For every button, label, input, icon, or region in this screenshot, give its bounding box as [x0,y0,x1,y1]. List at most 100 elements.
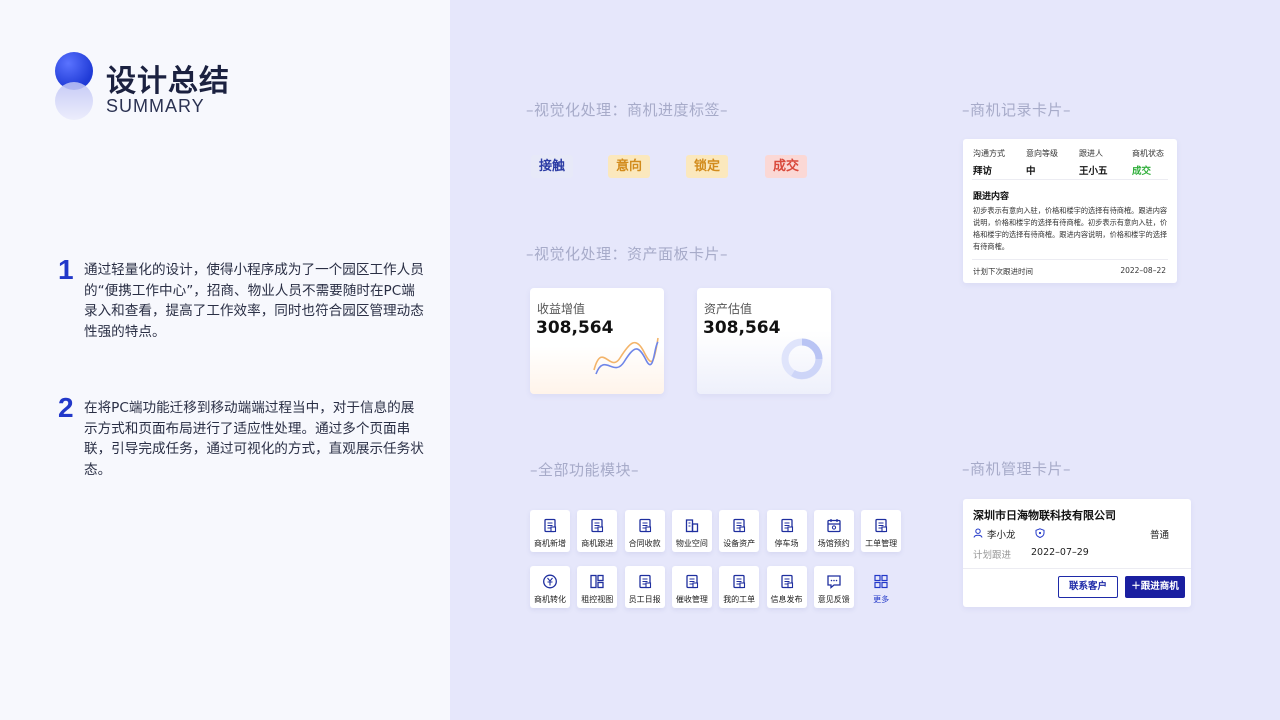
module-label: 物业空间 [675,539,708,548]
record-col-method: 沟通方式 拜访 [973,148,1005,177]
asset-card-label: 收益增值 [537,302,586,316]
point-number: 2 [58,392,74,423]
module-label: 意见反馈 [817,595,850,604]
module-parking[interactable]: 停车场 [766,510,807,552]
grid-view-icon [589,574,605,589]
summary-point-1: 1 通过轻量化的设计，使得小程序成为了一个园区工作人员的“便携工作中心”，招商、… [58,254,428,354]
module-contract[interactable]: 合同收款 [624,510,665,552]
module-label: 更多 [873,595,890,604]
follow-title: 跟进内容 [973,192,1010,202]
module-more[interactable]: 更多 [861,566,901,608]
section-title-manage: –商机管理卡片– [962,460,1072,478]
left-panel: 设计总结 SUMMARY 1 通过轻量化的设计，使得小程序成为了一个园区工作人员… [0,0,450,720]
manage-card[interactable]: 深圳市日海物联科技有限公司 李小龙 普通 计划跟进 2022–07–29 联系客… [963,499,1191,607]
company-name: 深圳市日海物联科技有限公司 [973,509,1116,522]
module-label: 催收管理 [675,595,708,604]
module-label: 我的工单 [723,595,756,604]
person-name: 李小龙 [987,530,1016,541]
tag-intent: 意向 [608,155,651,178]
tag-contact: 接触 [531,155,574,178]
module-publish[interactable]: 信息发布 [766,566,807,608]
module-label: 停车场 [774,539,799,548]
section-title-tags: –视觉化处理：商机进度标签– [526,101,729,119]
asset-card-label: 资产估值 [704,302,753,316]
calendar-icon [826,518,842,533]
record-col-key: 意向等级 [1026,149,1058,158]
contract-icon [637,518,653,533]
module-collection[interactable]: 催收管理 [671,566,712,608]
person-icon [973,528,983,538]
donut-chart-icon [781,338,823,380]
asset-card-income[interactable]: 收益增值 308,564 [530,288,664,394]
record-col-value: 中 [1026,166,1036,177]
report-icon [637,574,653,589]
record-col-key: 商机状态 [1132,149,1164,158]
point-number: 1 [58,254,74,285]
follow-up-icon [589,518,605,533]
tag-locked: 锁定 [686,155,729,178]
module-follow-up[interactable]: 商机跟进 [577,510,618,552]
module-label: 租控视图 [581,595,614,604]
section-title-modules: –全部功能模块– [530,461,640,479]
module-my-order[interactable]: 我的工单 [719,566,760,608]
follow-body: 初步表示有意向入驻，价格和楼宇的选择有待商榷。跟进内容说明，价格和楼宇的选择有待… [973,206,1168,251]
point-text: 在将PC端功能迁移到移动端端过程当中，对于信息的展示方式和页面布局进行了适应性处… [84,400,424,478]
module-label: 设备资产 [723,539,756,548]
asset-card-value: 308,564 [703,318,781,338]
asset-card-valuation[interactable]: 资产估值 308,564 [697,288,831,394]
yuan-icon [542,574,558,589]
business-add-icon [542,518,558,533]
more-icon [873,574,889,589]
module-label: 员工日报 [628,595,661,604]
module-grid-view[interactable]: 租控视图 [577,566,618,608]
record-card[interactable]: 沟通方式 拜访 意向等级 中 跟进人 王小五 商机状态 成交 跟进内容 初步表示… [963,139,1177,283]
device-icon [731,518,747,533]
page-title: 设计总结 [106,64,230,99]
module-calendar[interactable]: 场馆预约 [813,510,854,552]
summary-point-2: 2 在将PC端功能迁移到移动端端过程当中，对于信息的展示方式和页面布局进行了适应… [58,392,428,492]
module-work-order[interactable]: 工单管理 [861,510,902,552]
parking-icon [779,518,795,533]
feedback-icon [826,574,842,589]
record-col-key: 沟通方式 [973,149,1005,158]
section-title-asset: –视觉化处理：资产面板卡片– [526,245,729,263]
logo-circle-shadow-icon [55,82,93,120]
divider [963,568,1191,569]
wave-chart-icon [593,337,659,375]
module-business-add[interactable]: 商机新增 [530,510,570,552]
plan-date: 2022–07–29 [1031,547,1089,558]
record-col-level: 意向等级 中 [1026,148,1058,177]
next-follow-date: 2022–08–22 [1120,266,1166,275]
add-follow-button[interactable]: ＋跟进商机 [1125,576,1185,598]
module-feedback[interactable]: 意见反馈 [813,566,854,608]
work-order-icon [873,518,889,533]
point-text: 通过轻量化的设计，使得小程序成为了一个园区工作人员的“便携工作中心”，招商、物业… [84,262,424,340]
my-order-icon [731,574,747,589]
module-building[interactable]: 物业空间 [671,510,712,552]
module-label: 商机跟进 [581,539,614,548]
module-label: 商机转化 [534,595,566,604]
shield-icon [1035,528,1045,538]
record-col-owner: 跟进人 王小五 [1079,148,1108,177]
record-col-value: 拜访 [973,166,993,177]
module-label: 场馆预约 [817,539,850,548]
record-col-value: 王小五 [1079,166,1108,177]
next-follow-label: 计划下次跟进时间 [973,267,1033,276]
module-report[interactable]: 员工日报 [624,566,665,608]
record-col-value: 成交 [1132,166,1152,177]
module-yuan[interactable]: 商机转化 [530,566,570,608]
level-text: 普通 [1150,530,1170,541]
divider [972,259,1168,260]
plan-label: 计划跟进 [973,550,1012,561]
module-label: 工单管理 [865,539,898,548]
publish-icon [779,574,795,589]
record-col-status: 商机状态 成交 [1132,148,1164,177]
module-label: 信息发布 [770,595,803,604]
contact-client-button[interactable]: 联系客户 [1058,576,1118,598]
section-title-record: –商机记录卡片– [962,101,1072,119]
record-col-key: 跟进人 [1079,149,1103,158]
divider [972,179,1168,180]
module-label: 合同收款 [628,539,661,548]
module-device[interactable]: 设备资产 [719,510,760,552]
building-icon [684,518,700,533]
